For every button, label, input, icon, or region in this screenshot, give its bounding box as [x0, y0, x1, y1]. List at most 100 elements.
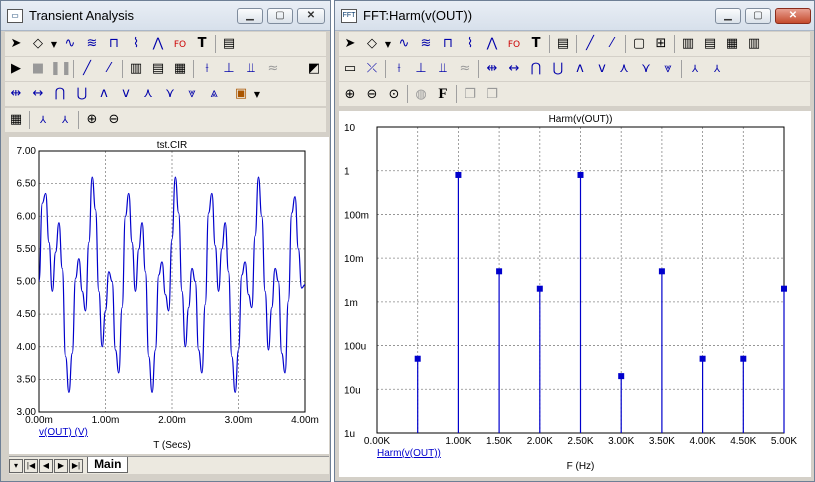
fft-line-icon[interactable]: ╱ — [580, 34, 600, 54]
transient-plot-area[interactable]: tst.CIR 7.00 6.50 6.00 5.50 5.00 4.50 4.00 3.50 3… — [9, 137, 329, 454]
run-icon[interactable]: ▶ — [6, 59, 26, 79]
slope-tool-icon[interactable]: ⌇ — [126, 34, 146, 54]
dropdown-2-icon[interactable]: ▼ — [253, 85, 261, 105]
prev-tab-icon[interactable]: ◀ — [39, 459, 53, 473]
stop-icon[interactable]: ■ — [28, 59, 48, 79]
fft-peak-tool-icon[interactable]: ⋀ — [482, 34, 502, 54]
harmonic-tool-icon[interactable]: ≋ — [82, 34, 102, 54]
fft-slope-icon[interactable]: ⌇ — [460, 34, 480, 54]
line-tool-icon[interactable]: ╱ — [77, 59, 97, 79]
last-tab-icon[interactable]: ▶| — [69, 459, 83, 473]
fft-sphere-icon[interactable]: ◍ — [411, 85, 431, 105]
fft-zoom-fit-icon[interactable]: ⊙ — [384, 85, 404, 105]
package-icon[interactable]: ▣ — [231, 84, 251, 104]
close-button[interactable]: ✕ — [297, 8, 325, 24]
fft-maximize-button[interactable]: ▢ — [745, 8, 771, 24]
cursor-a-icon[interactable]: ⟊ — [197, 59, 217, 79]
fft-cursor-left-icon[interactable]: ⇹ — [482, 59, 502, 79]
fft-plot-area[interactable]: Harm(v(OUT)) 10 1 100m 10m 1m 100u 10u 1u 0.00K 1.… — [339, 111, 811, 477]
fft-cross-icon[interactable]: ⤫ — [362, 59, 382, 79]
fft-cursor-c-icon[interactable]: ⫫ — [433, 59, 453, 79]
minimize-button[interactable]: ▁ — [237, 8, 263, 24]
tag-point-icon[interactable]: ⅄ — [55, 111, 75, 131]
fft-peak-icon[interactable]: ⋂ — [526, 59, 546, 79]
first-tab-icon[interactable]: |◀ — [24, 459, 38, 473]
tab-main[interactable]: Main — [87, 457, 129, 473]
global-low-icon[interactable]: ⩔ — [182, 84, 202, 104]
fft-grid4-icon[interactable]: ⊞ — [651, 34, 671, 54]
x-tick-label: 3.00m — [225, 415, 253, 426]
fft-select-icon[interactable]: ◇ — [362, 34, 382, 54]
dropdown-icon[interactable]: ▼ — [50, 35, 58, 55]
tag-mode-icon[interactable]: ⅄ — [33, 111, 53, 131]
fft-tag-mode-icon[interactable]: ⅄ — [685, 60, 705, 80]
fft-zoom-in-icon[interactable]: ⊕ — [340, 85, 360, 105]
fft-properties-icon[interactable]: ▤ — [553, 34, 573, 54]
fft-font-icon[interactable]: F — [433, 84, 453, 104]
bracket-tool-icon[interactable]: ⊓ — [104, 34, 124, 54]
cursor-d-icon[interactable]: ≈ — [263, 59, 283, 79]
minor-grid-icon[interactable]: ▤ — [148, 59, 168, 79]
scope-icon[interactable]: ◩ — [304, 59, 324, 79]
properties-icon[interactable]: ▤ — [219, 34, 239, 54]
tab-menu-icon[interactable]: ▾ — [9, 459, 23, 473]
fft-minor-grid-icon[interactable]: ▤ — [700, 34, 720, 54]
top-icon[interactable]: ⩓ — [204, 84, 224, 104]
fft-grid-icon[interactable]: ▥ — [678, 34, 698, 54]
cursor-right-icon[interactable]: ↔ — [28, 84, 48, 104]
fft-global-high-icon[interactable]: ⋎ — [636, 59, 656, 79]
cursor-c-icon[interactable]: ⫫ — [241, 59, 261, 79]
fft-columns-icon[interactable]: ▥ — [744, 34, 764, 54]
fft-x-tick-label: 1.00K — [445, 436, 471, 447]
fft-high-icon[interactable]: ʌ — [570, 59, 590, 79]
pointer-tool-icon[interactable]: ➤ — [6, 34, 26, 54]
fft-valley-icon[interactable]: ⋃ — [548, 59, 568, 79]
grid-icon[interactable]: ▥ — [126, 59, 146, 79]
valley-icon[interactable]: ⋃ — [72, 84, 92, 104]
fft-fo-icon[interactable]: FO — [504, 35, 524, 55]
text-tool-icon[interactable]: T — [192, 34, 212, 54]
high-icon[interactable]: ʌ — [94, 84, 114, 104]
fft-tag-point-icon[interactable]: ⅄ — [707, 60, 727, 80]
table-grid-icon[interactable]: ▦ — [170, 59, 190, 79]
select-tool-icon[interactable]: ◇ — [28, 34, 48, 54]
low-icon[interactable]: v — [116, 84, 136, 104]
maximize-button[interactable]: ▢ — [267, 8, 293, 24]
fft-low-icon[interactable]: v — [592, 59, 612, 79]
inflection-icon[interactable]: ⋏ — [138, 84, 158, 104]
fo-tool-icon[interactable]: FO — [170, 35, 190, 55]
table-icon[interactable]: ▦ — [6, 110, 26, 130]
zoom-out-icon[interactable]: ⊖ — [104, 110, 124, 130]
fft-wave-icon[interactable]: ∿ — [394, 34, 414, 54]
cursor-b-icon[interactable]: ⊥ — [219, 59, 239, 79]
fft-copy-icon[interactable]: ❐ — [460, 85, 480, 105]
fft-point-line-icon[interactable]: ⁄ — [602, 34, 622, 54]
fft-cursor-a-icon[interactable]: ⟊ — [389, 59, 409, 79]
fft-text-icon[interactable]: T — [526, 34, 546, 54]
fft-pointer-icon[interactable]: ➤ — [340, 34, 360, 54]
peak-icon[interactable]: ⋂ — [50, 84, 70, 104]
pause-icon[interactable]: ❚❚ — [50, 59, 72, 79]
fft-bracket-icon[interactable]: ⊓ — [438, 34, 458, 54]
fft-cursor-b-icon[interactable]: ⊥ — [411, 59, 431, 79]
global-high-icon[interactable]: ⋎ — [160, 84, 180, 104]
fft-minimize-button[interactable]: ▁ — [715, 8, 741, 24]
cursor-left-icon[interactable]: ⇹ — [6, 84, 26, 104]
next-tab-icon[interactable]: ▶ — [54, 459, 68, 473]
wave-tool-icon[interactable]: ∿ — [60, 34, 80, 54]
fft-global-low-icon[interactable]: ⩔ — [658, 59, 678, 79]
fft-frame-icon[interactable]: ▢ — [629, 34, 649, 54]
fft-harmonic-icon[interactable]: ≋ — [416, 34, 436, 54]
fft-zoom-out-icon[interactable]: ⊖ — [362, 85, 382, 105]
fft-cursor-d-icon[interactable]: ≈ — [455, 59, 475, 79]
fft-dropdown-icon[interactable]: ▼ — [384, 35, 392, 55]
peak-tool-icon[interactable]: ⋀ — [148, 34, 168, 54]
zoom-in-icon[interactable]: ⊕ — [82, 110, 102, 130]
fft-cursor-right-icon[interactable]: ↔ — [504, 59, 524, 79]
point-line-icon[interactable]: ⁄ — [99, 59, 119, 79]
fft-paste-icon[interactable]: ❐ — [482, 85, 502, 105]
fft-table-grid-icon[interactable]: ▦ — [722, 34, 742, 54]
fft-inflection-icon[interactable]: ⋏ — [614, 59, 634, 79]
fft-close-button[interactable]: ✕ — [775, 8, 811, 24]
fft-baseline-icon[interactable]: ▭ — [340, 59, 360, 79]
